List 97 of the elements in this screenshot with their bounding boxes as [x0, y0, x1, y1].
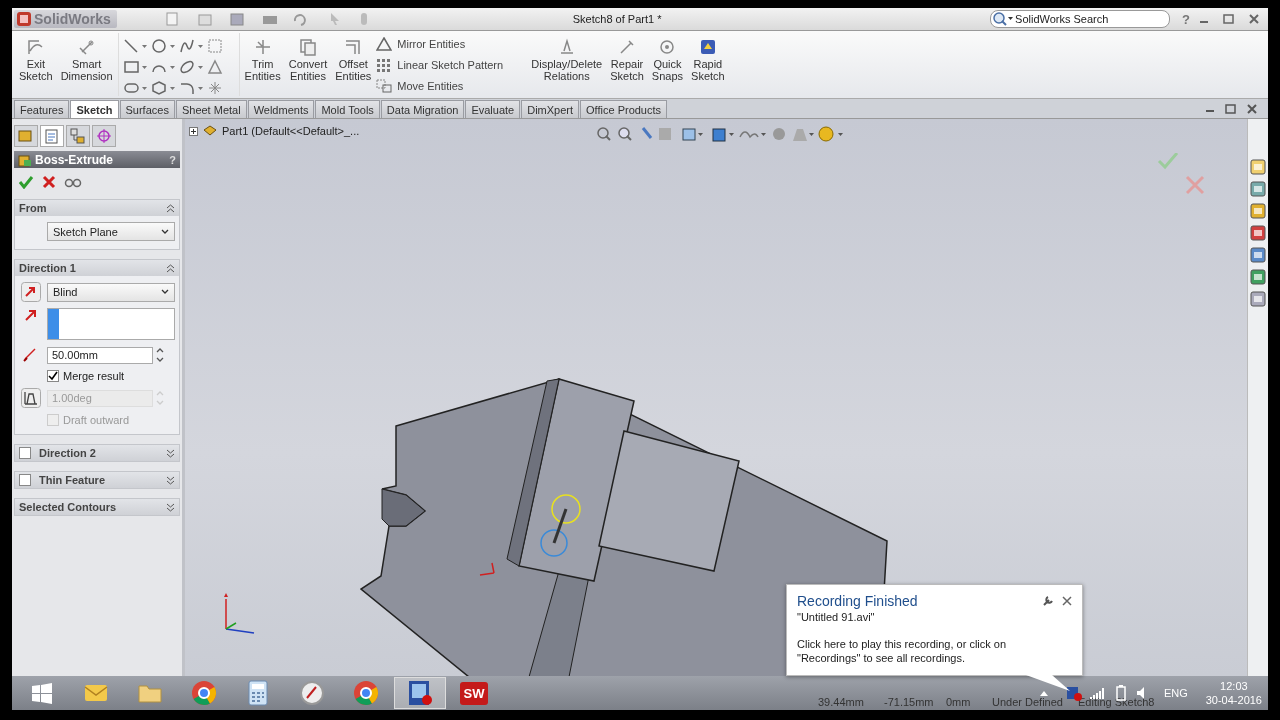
notification-popup[interactable]: Recording Finished "Untitled 91.avi" Click here to play this recording, or click on "Recordings" to see all recordings.: [786, 584, 1083, 676]
section-header[interactable]: From: [15, 200, 179, 216]
ribbon-command[interactable]: Repair Sketch: [607, 33, 647, 96]
ribbon-command[interactable]: Rapid Sketch: [688, 33, 728, 96]
home-icon[interactable]: [1250, 159, 1266, 175]
ok-icon[interactable]: [18, 175, 34, 189]
start-condition-dropdown[interactable]: Sketch Plane: [47, 222, 175, 241]
ribbon-command[interactable]: Offset Entities: [332, 33, 375, 96]
status-text: 39.44mm: [818, 696, 864, 708]
ribbon-tab[interactable]: Weldments: [247, 100, 315, 118]
document-title: Sketch8 of Part1 *: [572, 13, 663, 25]
expand-icon[interactable]: [189, 126, 198, 136]
ribbon-command[interactable]: Mirror Entities: [376, 36, 527, 51]
folder-icon[interactable]: [1250, 203, 1266, 219]
section-header[interactable]: Selected Contours: [15, 499, 179, 515]
appearance-icon[interactable]: [1250, 269, 1266, 285]
taskbar-app[interactable]: [394, 677, 446, 709]
notification-message: Click here to play this recording, or click on "Recordings" to see all recordings.: [797, 637, 1008, 665]
calculator-icon: [247, 680, 269, 706]
taskbar-app[interactable]: SW: [448, 677, 500, 709]
checkbox[interactable]: [19, 474, 31, 486]
section-header[interactable]: Direction 2: [15, 445, 179, 461]
caret-icon: [161, 289, 169, 295]
notification-file: "Untitled 91.avi": [797, 611, 876, 623]
browser-icon: [191, 680, 217, 706]
ribbon-command[interactable]: Display/Delete Relations: [528, 33, 606, 96]
palette-icon[interactable]: [1250, 225, 1266, 241]
video-recorder-icon: [406, 679, 434, 707]
ribbon-tab[interactable]: Features: [14, 100, 70, 118]
feature-tree-item[interactable]: Part1 (Default<<Default>_...: [189, 124, 360, 138]
ribbon-command[interactable]: Quick Snaps: [648, 33, 687, 96]
checkbox-label[interactable]: Merge result: [63, 370, 125, 382]
ribbon-tab[interactable]: Surfaces: [119, 100, 175, 118]
configuration-tab-icon[interactable]: [66, 125, 90, 147]
windows-icon: [31, 682, 53, 704]
ribbon-tab[interactable]: Evaluate: [465, 100, 521, 118]
document-window-controls-icon[interactable]: [1206, 103, 1258, 115]
compass-icon: [299, 680, 325, 706]
properties-icon[interactable]: [1250, 291, 1266, 307]
settings-icon[interactable]: [1042, 595, 1054, 607]
caret-icon: [161, 228, 169, 235]
draft-toggle-icon[interactable]: [21, 388, 41, 408]
end-condition-dropdown[interactable]: Blind: [47, 282, 175, 302]
app-logo: SW: [459, 681, 489, 705]
section-header[interactable]: Direction 1: [15, 260, 179, 276]
ribbon-command[interactable]: Move Entities: [376, 78, 527, 93]
part-icon: [202, 124, 218, 138]
view-toolbar-icons[interactable]: [595, 125, 845, 143]
status-text: Under Defined: [992, 696, 1063, 708]
ribbon-command[interactable]: Smart Dimension: [57, 33, 116, 96]
direction-arrow-icon: [24, 308, 38, 322]
signal-icon[interactable]: [1089, 686, 1106, 700]
app-name: SolidWorks: [34, 11, 111, 27]
feature-title: Boss-Extrude: [35, 152, 115, 167]
collapse-icon[interactable]: [166, 203, 175, 213]
checkbox[interactable]: [47, 370, 59, 382]
ribbon-command[interactable]: Convert Entities: [285, 33, 331, 96]
collapse-icon[interactable]: [166, 263, 175, 273]
search-field[interactable]: SolidWorks Search: [990, 10, 1171, 28]
browser-icon: [353, 680, 379, 706]
ribbon-tab[interactable]: Sketch: [70, 100, 119, 118]
spin-icon[interactable]: [155, 346, 165, 364]
window-controls-icon[interactable]: [1198, 13, 1262, 25]
status-text: -71.15mm: [884, 696, 934, 708]
ribbon-command[interactable]: Trim Entities: [241, 33, 284, 96]
cancel-icon[interactable]: [42, 175, 56, 189]
help-button[interactable]: ?: [1182, 11, 1190, 27]
library-icon[interactable]: [1250, 181, 1266, 197]
feature-tree-tab-icon[interactable]: [14, 125, 38, 147]
checkmark-icon: [48, 371, 58, 381]
status-text: 0mm: [946, 696, 971, 708]
ribbon-tab[interactable]: DimXpert: [521, 100, 580, 118]
move-icon: [376, 78, 393, 93]
pattern-icon: [376, 57, 393, 72]
ribbon-tab[interactable]: Mold Tools: [315, 100, 380, 118]
convert-icon: [297, 37, 318, 57]
direction-field[interactable]: [47, 308, 175, 340]
checkbox[interactable]: [19, 447, 31, 459]
notification-title: Recording Finished: [797, 593, 919, 609]
ribbon-tab[interactable]: Data Migration: [380, 100, 465, 118]
ribbon-command[interactable]: Exit Sketch: [16, 33, 56, 96]
extrude-icon: [18, 152, 32, 167]
mirror-icon: [376, 36, 393, 51]
logo-icon: [16, 11, 32, 27]
ribbon-tab[interactable]: Office Products: [580, 100, 668, 118]
reverse-direction-icon[interactable]: [21, 282, 41, 302]
section-header[interactable]: Thin Feature: [15, 472, 179, 488]
crosshair-tab-icon[interactable]: [92, 125, 116, 147]
depth-field[interactable]: 50.00mm: [47, 346, 153, 364]
ribbon-tab[interactable]: Sheet Metal: [175, 100, 247, 118]
close-icon[interactable]: [1062, 596, 1072, 606]
dimension-icon: [76, 37, 97, 57]
ribbon-command[interactable]: Linear Sketch Pattern: [376, 57, 527, 72]
list-icon[interactable]: [1250, 247, 1266, 263]
clock[interactable]: 12:03 30-04-2016: [1205, 679, 1262, 707]
property-tab-icon[interactable]: [40, 125, 64, 147]
status-text: Editing Sketch8: [1078, 696, 1155, 708]
